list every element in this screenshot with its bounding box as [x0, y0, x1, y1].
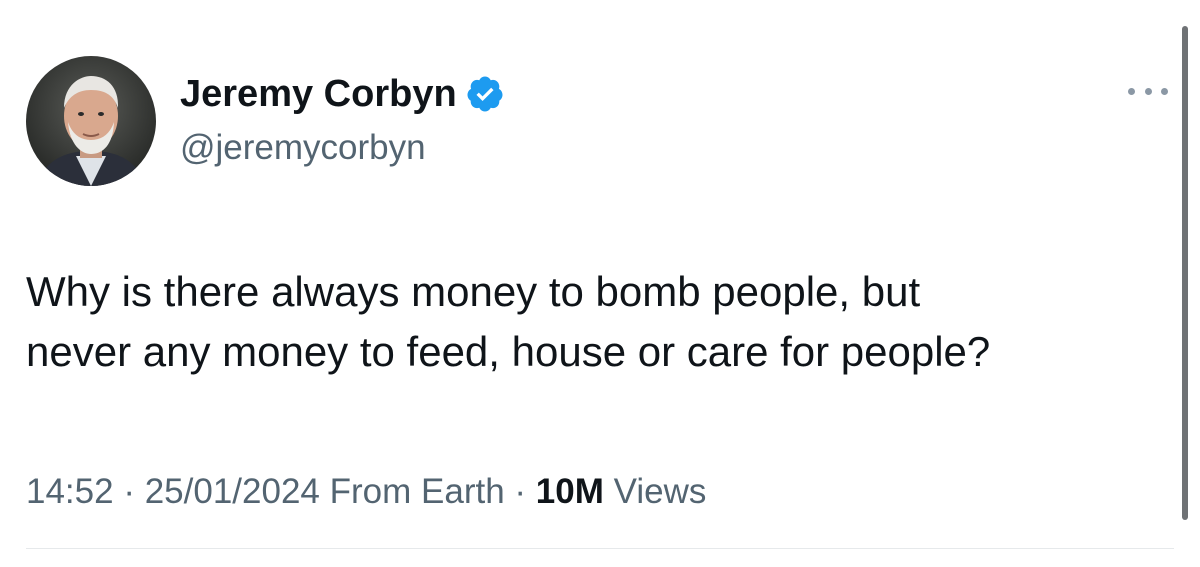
scrollbar[interactable]	[1182, 26, 1188, 520]
tweet-text: Why is there always money to bomb people…	[26, 262, 1186, 382]
tweet-source: From Earth	[329, 472, 505, 511]
author-name-row: Jeremy Corbyn	[180, 70, 505, 118]
tweet-text-line: Why is there always money to bomb people…	[26, 268, 921, 315]
tweet-time[interactable]: 14:52	[26, 472, 114, 511]
avatar-image	[26, 56, 156, 186]
divider	[26, 548, 1174, 549]
views-count[interactable]: 10M	[536, 472, 604, 511]
views-label: Views	[613, 472, 707, 511]
menu-dot	[1128, 87, 1135, 95]
author-display-name[interactable]: Jeremy Corbyn	[180, 70, 457, 118]
menu-dot	[1144, 87, 1152, 95]
tweet-meta: 14:52 · 25/01/2024 From Earth · 10M View…	[26, 470, 706, 514]
author-handle[interactable]: @jeremycorbyn	[180, 126, 426, 170]
tweet-date[interactable]: 25/01/2024	[145, 472, 320, 511]
tweet-text-line: never any money to feed, house or care f…	[26, 328, 991, 375]
meta-separator: ·	[123, 472, 135, 511]
avatar[interactable]	[26, 56, 156, 186]
tweet-card: Jeremy Corbyn @jeremycorbyn Why is there…	[0, 0, 1200, 567]
more-options-icon[interactable]	[1128, 76, 1168, 106]
meta-separator: ·	[514, 472, 527, 511]
menu-dot	[1161, 87, 1168, 95]
verified-badge-icon[interactable]	[465, 74, 505, 114]
